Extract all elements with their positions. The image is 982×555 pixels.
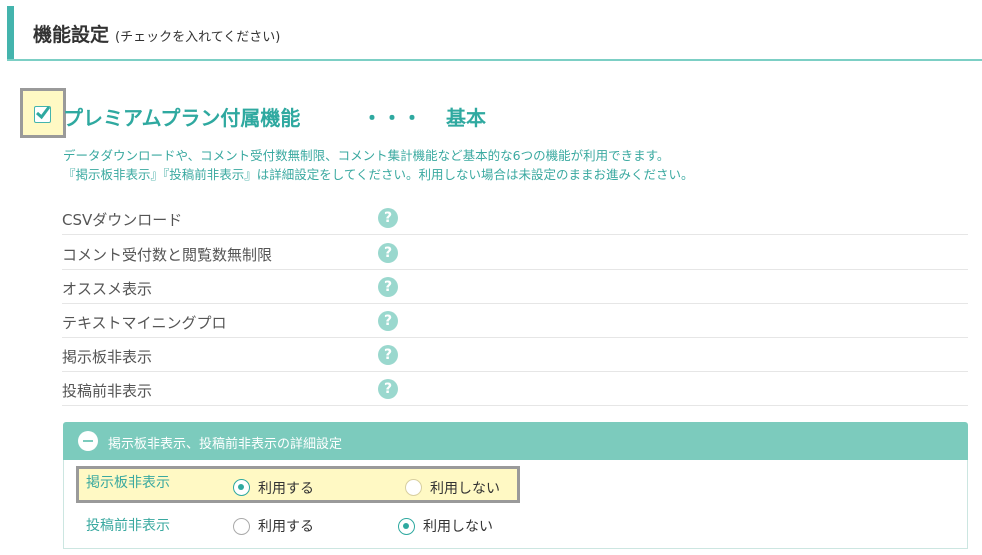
help-icon[interactable]: ? bbox=[378, 311, 398, 331]
board-hide-use-radio[interactable] bbox=[233, 479, 250, 496]
checkmark-icon bbox=[36, 106, 51, 120]
header-divider bbox=[7, 59, 982, 61]
board-hide-label: 掲示板非表示 bbox=[86, 475, 170, 491]
plan-title-dots: ・・・ bbox=[362, 106, 422, 130]
plan-checkbox-highlight bbox=[20, 88, 66, 138]
page-subtitle: (チェックを入れてください) bbox=[115, 30, 281, 45]
section-header: 機能設定 (チェックを入れてください) bbox=[0, 0, 982, 62]
collapse-minus-icon bbox=[78, 431, 98, 451]
help-icon[interactable]: ? bbox=[378, 379, 398, 399]
post-hide-label: 投稿前非表示 bbox=[86, 518, 170, 534]
board-hide-no-label[interactable]: 利用しない bbox=[430, 478, 500, 498]
detail-settings-toggle[interactable]: 掲示板非表示、投稿前非表示の詳細設定 bbox=[63, 422, 968, 460]
post-hide-use-label[interactable]: 利用する bbox=[258, 516, 314, 536]
feature-row: テキストマイニングプロ ? bbox=[62, 304, 968, 338]
post-hide-use-radio[interactable] bbox=[233, 518, 250, 535]
post-hide-no-radio[interactable] bbox=[398, 518, 415, 535]
header-accent-bar bbox=[7, 6, 14, 60]
feature-row: コメント受付数と閲覧数無制限 ? bbox=[62, 236, 968, 270]
feature-label: オススメ表示 bbox=[62, 280, 153, 298]
board-hide-use-label[interactable]: 利用する bbox=[258, 478, 314, 498]
feature-label: コメント受付数と閲覧数無制限 bbox=[62, 246, 273, 264]
feature-label: CSVダウンロード bbox=[62, 211, 183, 229]
feature-row: CSVダウンロード ? bbox=[62, 201, 968, 235]
page-title: 機能設定 (チェックを入れてください) bbox=[33, 20, 280, 47]
feature-row: 掲示板非表示 ? bbox=[62, 338, 968, 372]
post-hide-no-label[interactable]: 利用しない bbox=[423, 516, 493, 536]
plan-title: プレミアムプラン付属機能 bbox=[63, 106, 301, 130]
page-title-text: 機能設定 bbox=[33, 24, 110, 46]
plan-description-1: データダウンロードや、コメント受付数無制限、コメント集計機能など基本的な6つの機… bbox=[63, 148, 670, 163]
feature-row: 投稿前非表示 ? bbox=[62, 372, 968, 406]
feature-row: オススメ表示 ? bbox=[62, 270, 968, 304]
plan-description-2: 『掲示板非表示』『投稿前非表示』は詳細設定をしてください。利用しない場合は未設定… bbox=[63, 167, 694, 182]
plan-checkbox[interactable] bbox=[34, 106, 51, 123]
help-icon[interactable]: ? bbox=[378, 345, 398, 365]
help-icon[interactable]: ? bbox=[378, 277, 398, 297]
help-icon[interactable]: ? bbox=[378, 208, 398, 228]
help-icon[interactable]: ? bbox=[378, 243, 398, 263]
board-hide-no-radio[interactable] bbox=[405, 479, 422, 496]
feature-label: 投稿前非表示 bbox=[62, 382, 153, 400]
plan-grade: 基本 bbox=[446, 106, 486, 130]
feature-label: テキストマイニングプロ bbox=[62, 314, 227, 332]
detail-settings-title: 掲示板非表示、投稿前非表示の詳細設定 bbox=[108, 437, 343, 452]
feature-label: 掲示板非表示 bbox=[62, 348, 153, 366]
